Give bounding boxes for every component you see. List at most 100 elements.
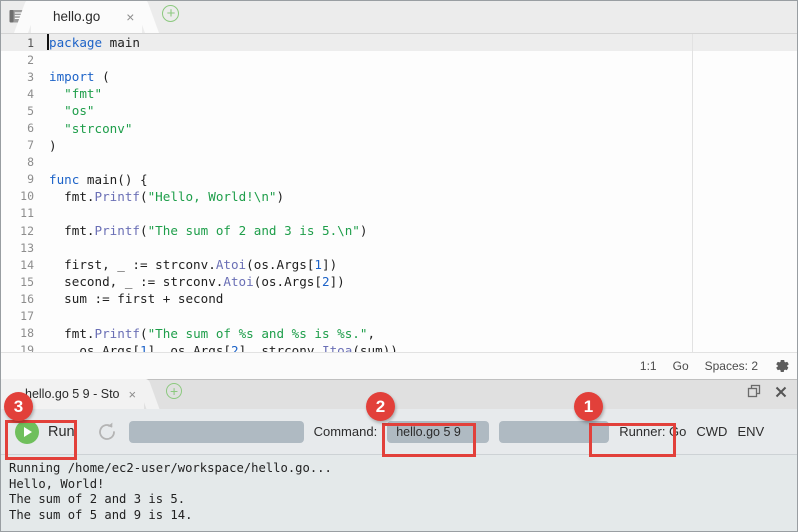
code-line[interactable]: 10 fmt.Printf("Hello, World!\n") [1,188,797,205]
code-token: Printf [95,223,141,238]
code-token: ) [360,223,368,238]
console-output-line: Hello, World! [9,477,797,493]
code-line[interactable]: 2 [1,51,797,68]
console-tab-label: hello.go 5 9 - Sto [25,387,120,401]
code-line[interactable]: 19 os.Args[1], os.Args[2], strconv.Itoa(… [1,342,797,352]
code-line-text: ) [43,138,57,153]
line-number: 18 [1,326,43,340]
line-number: 19 [1,343,43,352]
code-token: 1 [140,343,148,352]
code-line[interactable]: 3import ( [1,68,797,85]
new-tab-button[interactable]: + [162,5,179,22]
code-token: package [49,35,102,50]
code-token: "Hello, World!\n" [148,189,277,204]
close-icon[interactable] [775,385,787,403]
annotation-badge: 1 [574,392,603,421]
run-args-input[interactable] [129,421,304,443]
annotation-badge: 2 [366,392,395,421]
indent-setting[interactable]: Spaces: 2 [705,359,758,373]
line-number: 12 [1,224,43,238]
editor-status-bar: 1:1 Go Spaces: 2 [1,352,797,379]
command-input[interactable]: hello.go 5 9 [387,421,489,443]
code-token: 2 [322,274,330,289]
cursor-position[interactable]: 1:1 [640,359,657,373]
code-token: Atoi [223,274,253,289]
code-token: ], os.Args[ [148,343,231,352]
cwd-button[interactable]: CWD [696,424,727,439]
extra-args-input[interactable] [499,421,609,443]
code-token: os.Args[ [49,343,140,352]
code-line[interactable]: 6 "strconv" [1,119,797,136]
maximize-icon[interactable] [747,384,761,403]
code-line[interactable]: 15 second, _ := strconv.Atoi(os.Args[2]) [1,273,797,290]
close-icon[interactable]: × [129,387,137,402]
console-output[interactable]: Running /home/ec2-user/workspace/hello.g… [1,455,797,531]
line-number: 1 [1,36,43,50]
code-line[interactable]: 17 [1,308,797,325]
line-number: 8 [1,155,43,169]
line-number: 6 [1,121,43,135]
code-token: ) [49,138,57,153]
code-line[interactable]: 11 [1,205,797,222]
runner-selector[interactable]: Runner: Go [619,424,686,439]
code-line-text: second, _ := strconv.Atoi(os.Args[2]) [43,274,345,289]
code-token: ]) [322,257,337,272]
code-token: func [49,172,79,187]
gear-icon[interactable] [774,358,790,374]
language-mode[interactable]: Go [673,359,689,373]
code-token: "The sum of %s and %s is %s." [148,326,368,341]
line-number: 7 [1,138,43,152]
close-icon[interactable]: × [126,10,134,24]
code-token: "os" [64,103,94,118]
line-number: 9 [1,172,43,186]
code-token: Printf [95,189,141,204]
code-line[interactable]: 13 [1,239,797,256]
code-line-text: fmt.Printf("The sum of %s and %s is %s."… [43,326,375,341]
code-line-text: first, _ := strconv.Atoi(os.Args[1]) [43,257,337,272]
code-line[interactable]: 8 [1,154,797,171]
code-token: ], strconv. [239,343,322,352]
code-line-text: "strconv" [43,121,132,136]
code-token: fmt. [49,326,95,341]
code-token: ]) [330,274,345,289]
code-line-text: fmt.Printf("The sum of 2 and 3 is 5.\n") [43,223,368,238]
code-token: "strconv" [64,121,132,136]
run-button-label: Run [48,424,75,440]
code-token [49,103,64,118]
code-line[interactable]: 4 "fmt" [1,85,797,102]
code-line[interactable]: 7) [1,137,797,154]
new-console-tab-button[interactable]: + [166,383,182,399]
plus-icon: + [163,6,178,21]
line-number: 11 [1,206,43,220]
annotation-badge: 3 [4,392,33,421]
editor-tab-label: hello.go [53,9,100,24]
restart-icon[interactable] [95,420,119,444]
code-token: Printf [95,326,141,341]
code-line-text: sum := first + second [43,291,223,306]
env-button[interactable]: ENV [737,424,764,439]
line-number: 10 [1,189,43,203]
code-line[interactable]: 18 fmt.Printf("The sum of %s and %s is %… [1,325,797,342]
editor-tab-hello-go[interactable]: hello.go × [31,0,142,33]
code-token: second, _ := strconv. [49,274,223,289]
code-line[interactable]: 9func main() { [1,171,797,188]
console-tab-bar: hello.go 5 9 - Sto × + [1,379,797,409]
line-number: 3 [1,70,43,84]
plus-icon: + [167,384,181,398]
code-line-text: fmt.Printf("Hello, World!\n") [43,189,284,204]
code-line[interactable]: 14 first, _ := strconv.Atoi(os.Args[1]) [1,256,797,273]
line-number: 16 [1,292,43,306]
code-line[interactable]: 12 fmt.Printf("The sum of 2 and 3 is 5.\… [1,222,797,239]
play-icon [15,420,39,444]
code-line[interactable]: 16 sum := first + second [1,290,797,307]
code-token: fmt. [49,223,95,238]
code-token: sum := first + second [49,291,223,306]
code-line[interactable]: 1package main [1,34,797,51]
code-line-text: package main [43,35,140,50]
runner-toolbar: Run Command: hello.go 5 9 Runner: Go CWD… [1,409,797,455]
line-number: 15 [1,275,43,289]
code-token: fmt. [49,189,95,204]
code-editor[interactable]: 1package main23import (4 "fmt"5 "os"6 "s… [1,34,797,352]
code-line[interactable]: 5 "os" [1,102,797,119]
code-token: , [367,326,375,341]
